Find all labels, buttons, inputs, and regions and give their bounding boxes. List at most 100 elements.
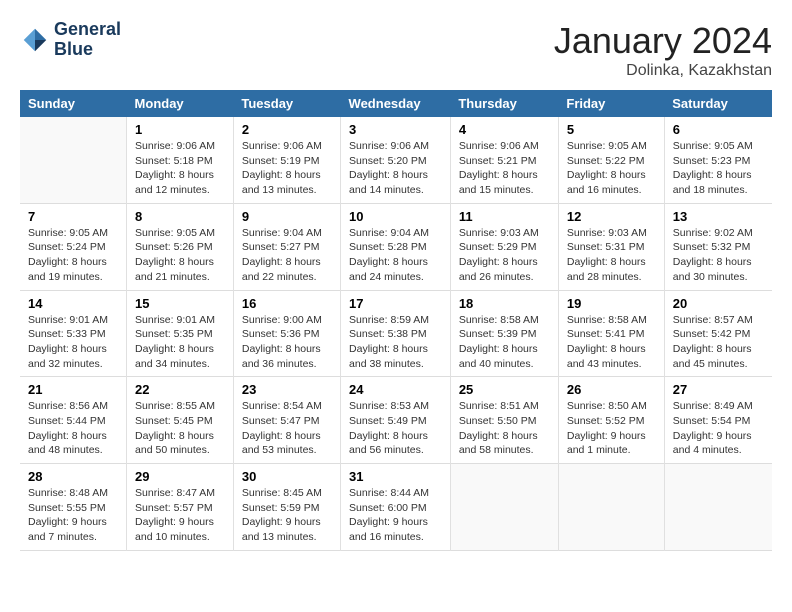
day-info: Sunrise: 9:05 AMSunset: 5:23 PMDaylight:…	[673, 139, 764, 198]
day-info: Sunrise: 9:06 AMSunset: 5:18 PMDaylight:…	[135, 139, 225, 198]
day-number: 30	[242, 469, 332, 484]
calendar-cell: 21Sunrise: 8:56 AMSunset: 5:44 PMDayligh…	[20, 377, 127, 464]
day-info: Sunrise: 8:44 AMSunset: 6:00 PMDaylight:…	[349, 486, 442, 545]
day-number: 29	[135, 469, 225, 484]
week-row-1: 1 Sunrise: 9:06 AMSunset: 5:18 PMDaylight…	[20, 117, 772, 203]
day-info: Sunrise: 8:55 AMSunset: 5:45 PMDaylight:…	[135, 399, 225, 458]
day-number: 3	[349, 122, 442, 137]
day-number: 17	[349, 296, 442, 311]
calendar-cell: 9 Sunrise: 9:04 AMSunset: 5:27 PMDaylight…	[233, 203, 340, 290]
logo-line2: Blue	[54, 40, 121, 60]
day-number: 11	[459, 209, 550, 224]
day-number: 31	[349, 469, 442, 484]
logo-text: General Blue	[54, 20, 121, 60]
calendar-cell: 31 Sunrise: 8:44 AMSunset: 6:00 PMDayligh…	[341, 464, 451, 551]
calendar-cell: 2 Sunrise: 9:06 AMSunset: 5:19 PMDaylight…	[233, 117, 340, 203]
day-number: 5	[567, 122, 656, 137]
month-title: January 2024	[554, 20, 772, 62]
day-number: 6	[673, 122, 764, 137]
day-info: Sunrise: 9:06 AMSunset: 5:19 PMDaylight:…	[242, 139, 332, 198]
calendar-cell: 10Sunrise: 9:04 AMSunset: 5:28 PMDayligh…	[341, 203, 451, 290]
calendar-cell: 23 Sunrise: 8:54 AMSunset: 5:47 PMDayligh…	[233, 377, 340, 464]
day-info: Sunrise: 8:50 AMSunset: 5:52 PMDaylight:…	[567, 399, 656, 458]
day-number: 13	[673, 209, 764, 224]
day-info: Sunrise: 8:47 AMSunset: 5:57 PMDaylight:…	[135, 486, 225, 545]
weekday-header-tuesday: Tuesday	[233, 90, 340, 117]
day-info: Sunrise: 9:01 AMSunset: 5:33 PMDaylight:…	[28, 313, 118, 372]
day-number: 2	[242, 122, 332, 137]
calendar-cell: 18 Sunrise: 8:58 AMSunset: 5:39 PMDayligh…	[450, 290, 558, 377]
day-info: Sunrise: 8:58 AMSunset: 5:39 PMDaylight:…	[459, 313, 550, 372]
day-info: Sunrise: 9:03 AMSunset: 5:31 PMDaylight:…	[567, 226, 656, 285]
day-info: Sunrise: 9:03 AMSunset: 5:29 PMDaylight:…	[459, 226, 550, 285]
week-row-5: 28Sunrise: 8:48 AMSunset: 5:55 PMDayligh…	[20, 464, 772, 551]
day-info: Sunrise: 9:04 AMSunset: 5:27 PMDaylight:…	[242, 226, 332, 285]
day-number: 18	[459, 296, 550, 311]
day-number: 1	[135, 122, 225, 137]
day-info: Sunrise: 9:06 AMSunset: 5:20 PMDaylight:…	[349, 139, 442, 198]
day-info: Sunrise: 8:58 AMSunset: 5:41 PMDaylight:…	[567, 313, 656, 372]
calendar-cell: 14Sunrise: 9:01 AMSunset: 5:33 PMDayligh…	[20, 290, 127, 377]
day-number: 19	[567, 296, 656, 311]
calendar-cell: 5 Sunrise: 9:05 AMSunset: 5:22 PMDaylight…	[558, 117, 664, 203]
calendar-cell: 8 Sunrise: 9:05 AMSunset: 5:26 PMDaylight…	[127, 203, 234, 290]
weekday-header-saturday: Saturday	[664, 90, 772, 117]
calendar-cell: 7 Sunrise: 9:05 AMSunset: 5:24 PMDaylight…	[20, 203, 127, 290]
day-info: Sunrise: 9:02 AMSunset: 5:32 PMDaylight:…	[673, 226, 764, 285]
weekday-header-thursday: Thursday	[450, 90, 558, 117]
calendar-cell: 4 Sunrise: 9:06 AMSunset: 5:21 PMDaylight…	[450, 117, 558, 203]
day-number: 16	[242, 296, 332, 311]
day-number: 20	[673, 296, 764, 311]
day-info: Sunrise: 9:06 AMSunset: 5:21 PMDaylight:…	[459, 139, 550, 198]
calendar-cell	[664, 464, 772, 551]
day-info: Sunrise: 9:05 AMSunset: 5:24 PMDaylight:…	[28, 226, 118, 285]
day-number: 15	[135, 296, 225, 311]
calendar-cell: 27Sunrise: 8:49 AMSunset: 5:54 PMDayligh…	[664, 377, 772, 464]
day-number: 25	[459, 382, 550, 397]
calendar-cell: 26 Sunrise: 8:50 AMSunset: 5:52 PMDayligh…	[558, 377, 664, 464]
day-info: Sunrise: 8:57 AMSunset: 5:42 PMDaylight:…	[673, 313, 764, 372]
calendar-cell: 24Sunrise: 8:53 AMSunset: 5:49 PMDayligh…	[341, 377, 451, 464]
calendar-cell: 12 Sunrise: 9:03 AMSunset: 5:31 PMDayligh…	[558, 203, 664, 290]
logo-line1: General	[54, 20, 121, 40]
location: Dolinka, Kazakhstan	[554, 62, 772, 80]
weekday-header-row: SundayMondayTuesdayWednesdayThursdayFrid…	[20, 90, 772, 117]
day-number: 12	[567, 209, 656, 224]
day-number: 24	[349, 382, 442, 397]
calendar-cell	[20, 117, 127, 203]
day-number: 27	[673, 382, 764, 397]
day-info: Sunrise: 9:05 AMSunset: 5:26 PMDaylight:…	[135, 226, 225, 285]
day-info: Sunrise: 8:59 AMSunset: 5:38 PMDaylight:…	[349, 313, 442, 372]
calendar-cell: 3 Sunrise: 9:06 AMSunset: 5:20 PMDaylight…	[341, 117, 451, 203]
day-info: Sunrise: 9:05 AMSunset: 5:22 PMDaylight:…	[567, 139, 656, 198]
day-info: Sunrise: 9:01 AMSunset: 5:35 PMDaylight:…	[135, 313, 225, 372]
weekday-header-friday: Friday	[558, 90, 664, 117]
title-block: January 2024 Dolinka, Kazakhstan	[554, 20, 772, 80]
day-number: 9	[242, 209, 332, 224]
calendar-cell: 1 Sunrise: 9:06 AMSunset: 5:18 PMDaylight…	[127, 117, 234, 203]
day-info: Sunrise: 8:56 AMSunset: 5:44 PMDaylight:…	[28, 399, 118, 458]
calendar-cell: 16Sunrise: 9:00 AMSunset: 5:36 PMDayligh…	[233, 290, 340, 377]
weekday-header-wednesday: Wednesday	[341, 90, 451, 117]
calendar-cell	[450, 464, 558, 551]
day-number: 23	[242, 382, 332, 397]
calendar-cell: 19 Sunrise: 8:58 AMSunset: 5:41 PMDayligh…	[558, 290, 664, 377]
day-number: 4	[459, 122, 550, 137]
calendar-cell: 6 Sunrise: 9:05 AMSunset: 5:23 PMDaylight…	[664, 117, 772, 203]
calendar-header: SundayMondayTuesdayWednesdayThursdayFrid…	[20, 90, 772, 117]
weekday-header-monday: Monday	[127, 90, 234, 117]
week-row-2: 7 Sunrise: 9:05 AMSunset: 5:24 PMDaylight…	[20, 203, 772, 290]
calendar-body: 1 Sunrise: 9:06 AMSunset: 5:18 PMDaylight…	[20, 117, 772, 550]
weekday-header-sunday: Sunday	[20, 90, 127, 117]
day-info: Sunrise: 8:54 AMSunset: 5:47 PMDaylight:…	[242, 399, 332, 458]
calendar-cell: 30Sunrise: 8:45 AMSunset: 5:59 PMDayligh…	[233, 464, 340, 551]
calendar-table: SundayMondayTuesdayWednesdayThursdayFrid…	[20, 90, 772, 551]
calendar-cell: 22 Sunrise: 8:55 AMSunset: 5:45 PMDayligh…	[127, 377, 234, 464]
day-number: 26	[567, 382, 656, 397]
day-number: 7	[28, 209, 118, 224]
logo: General Blue	[20, 20, 121, 60]
day-number: 22	[135, 382, 225, 397]
week-row-3: 14Sunrise: 9:01 AMSunset: 5:33 PMDayligh…	[20, 290, 772, 377]
calendar-cell: 15 Sunrise: 9:01 AMSunset: 5:35 PMDayligh…	[127, 290, 234, 377]
day-number: 8	[135, 209, 225, 224]
